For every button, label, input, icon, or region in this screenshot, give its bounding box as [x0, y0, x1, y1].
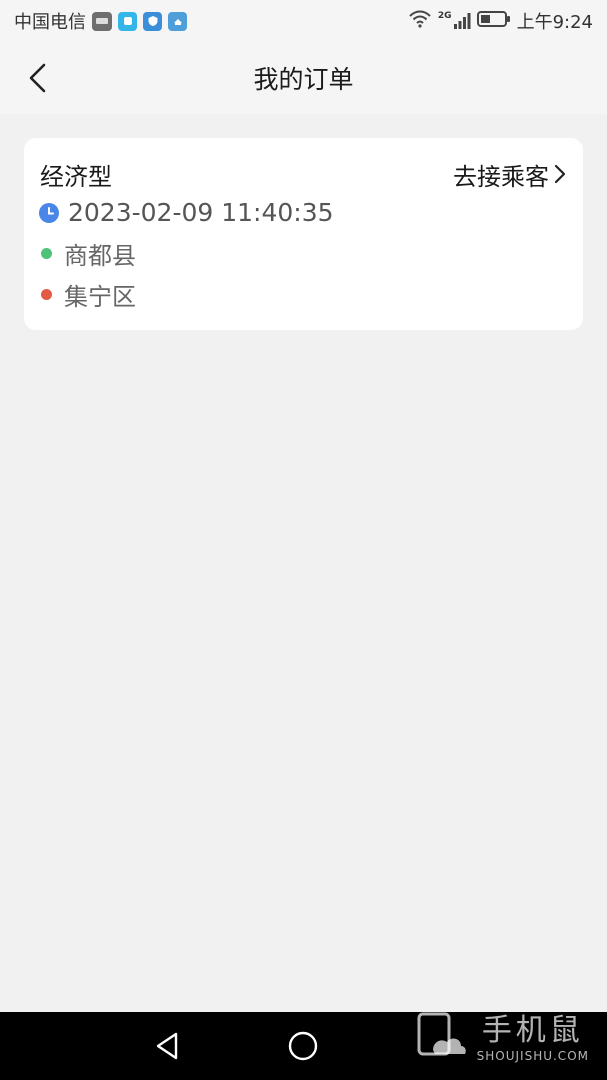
watermark-logo-icon — [417, 1012, 466, 1056]
status-left: 中国电信 — [14, 8, 187, 34]
clock-icon — [39, 202, 59, 223]
chevron-right-icon — [554, 164, 566, 184]
status-time: 上午9:24 — [516, 12, 593, 33]
car-type-label: 经济型 — [40, 162, 112, 191]
watermark-cn: 手机鼠 — [481, 1013, 584, 1048]
order-card[interactable]: 经济型 去接乘客 2023-02-09 11:40:35 商都县 集宁区 — [24, 138, 583, 330]
destination-dot-icon — [41, 289, 52, 300]
network-type: 2G — [437, 11, 452, 21]
chevron-left-icon — [29, 63, 46, 93]
signal-icon — [453, 13, 471, 29]
watermark: 手机鼠 SHOUJISHU.COM — [413, 1005, 589, 1063]
app-cyan-icon — [118, 11, 137, 31]
app-shield-icon — [143, 11, 162, 31]
pickup-passenger-button[interactable]: 去接乘客 — [453, 157, 567, 192]
app-cloud-icon — [168, 11, 187, 31]
wifi-icon — [408, 10, 432, 33]
app-header: 我的订单 — [0, 42, 607, 114]
status-bar: 中国电信 2G 上午9:24 — [0, 0, 607, 42]
back-triangle-icon[interactable] — [152, 1030, 184, 1062]
order-card-header: 经济型 去接乘客 — [40, 156, 567, 192]
origin-location: 商都县 — [64, 242, 136, 270]
battery-icon — [476, 10, 511, 33]
destination-row: 集宁区 — [40, 274, 567, 315]
home-circle-icon[interactable] — [287, 1030, 319, 1062]
watermark-en: SHOUJISHU.COM — [476, 1049, 589, 1063]
page-title: 我的订单 — [253, 65, 354, 94]
status-right: 2G 上午9:24 — [408, 8, 593, 34]
origin-row: 商都县 — [40, 233, 567, 274]
app-badge-icon — [92, 11, 112, 31]
order-time-row: 2023-02-09 11:40:35 — [39, 192, 567, 233]
carrier-name: 中国电信 — [14, 12, 86, 33]
watermark-text: 手机鼠 SHOUJISHU.COM — [477, 1005, 589, 1063]
origin-dot-icon — [41, 248, 52, 259]
signal-group: 2G — [438, 12, 471, 30]
order-datetime: 2023-02-09 11:40:35 — [68, 198, 334, 227]
back-button[interactable] — [18, 58, 58, 98]
destination-location: 集宁区 — [64, 283, 136, 311]
pickup-passenger-label: 去接乘客 — [453, 162, 549, 191]
